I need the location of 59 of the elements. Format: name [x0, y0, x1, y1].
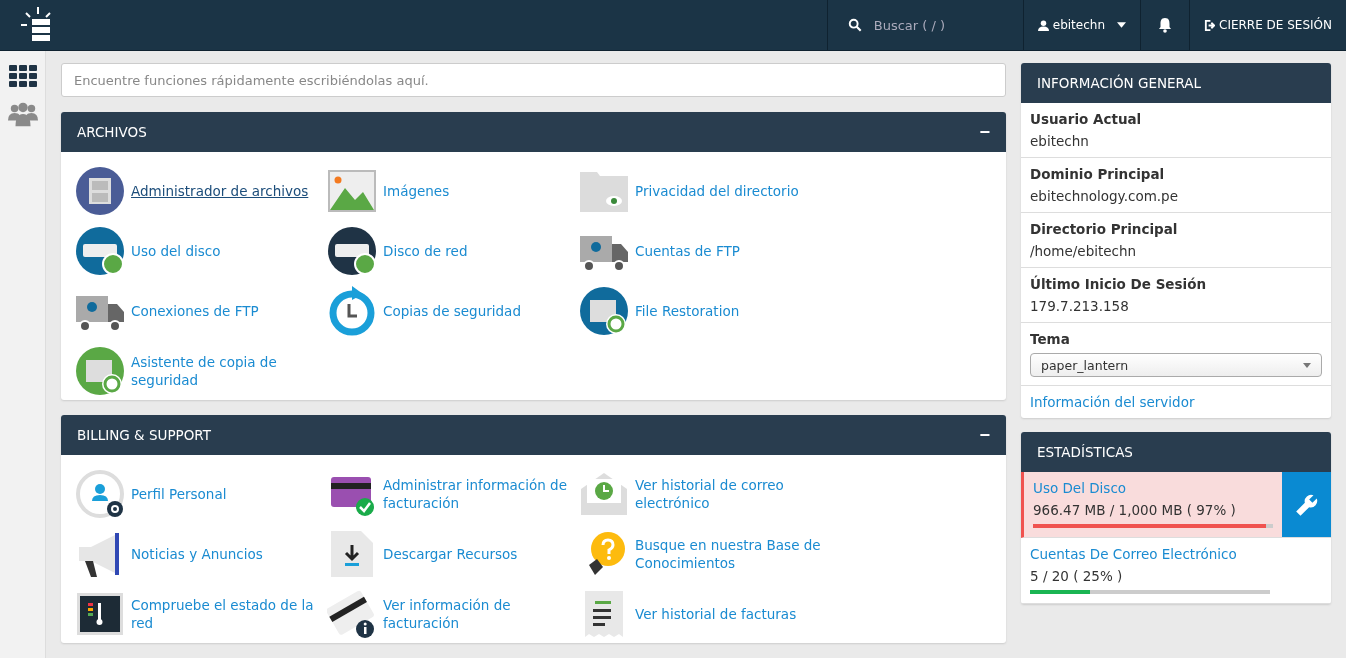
file-cabinet-icon[interactable]: [75, 166, 125, 216]
user-gear-icon[interactable]: [75, 469, 125, 519]
info-label: Usuario Actual: [1030, 111, 1143, 127]
credit-card-info-icon[interactable]: [327, 589, 377, 639]
stat-link[interactable]: Cuentas De Correo Electrónico: [1030, 546, 1322, 562]
collapse-button[interactable]: −: [979, 424, 990, 446]
search-field[interactable]: Buscar ( / ): [871, 16, 1006, 34]
tool-link[interactable]: Copias de seguridad: [383, 302, 573, 320]
clock-arrow-icon[interactable]: [327, 286, 377, 336]
section-title: BILLING & SUPPORT: [77, 427, 211, 443]
info-label: Tema: [1030, 331, 1071, 347]
panel-title: INFORMACIÓN GENERAL: [1037, 75, 1202, 91]
tool-link[interactable]: File Restoration: [635, 302, 825, 320]
logout-button[interactable]: CIERRE DE SESIÓN: [1189, 0, 1346, 50]
quick-search-field[interactable]: Encuentre funciones rápidamente escribiéndolas aquí.: [61, 63, 1006, 97]
info-value: /home/ebitechn: [1030, 243, 1138, 259]
stat-reading: 966.47 MB / 1,000 MB ( 97% ): [1033, 502, 1237, 518]
tool-link[interactable]: Asistente de copia de seguridad: [131, 353, 321, 389]
info-label: Último Inicio De Sesión: [1030, 276, 1208, 292]
tool-link[interactable]: Perfil Personal: [131, 485, 321, 503]
server-info-link[interactable]: Información del servidor: [1030, 394, 1195, 410]
info-label: Dominio Principal: [1030, 166, 1166, 182]
tool-link[interactable]: Administrar información de facturación: [383, 476, 573, 512]
search-icon: [847, 18, 862, 32]
tool-link[interactable]: Imágenes: [383, 182, 573, 200]
stat-link[interactable]: Uso Del Disco: [1033, 480, 1273, 496]
tool-link[interactable]: Noticias y Anuncios: [131, 545, 321, 563]
collapse-button[interactable]: −: [979, 121, 990, 143]
panel-title: ESTADÍSTICAS: [1037, 444, 1133, 460]
section-header[interactable]: BILLING & SUPPORT −: [61, 415, 1006, 455]
tool-link[interactable]: Cuentas de FTP: [635, 242, 825, 260]
tool-link[interactable]: Privacidad del directorio: [635, 182, 825, 200]
section-title: ARCHIVOS: [77, 124, 147, 140]
info-label: Directorio Principal: [1030, 221, 1179, 237]
theme-dropdown[interactable]: paper_lantern: [1030, 353, 1322, 377]
user-menu-button[interactable]: ebitechn: [1022, 0, 1140, 50]
caret-icon: [1303, 362, 1311, 368]
tool-link[interactable]: Compruebe el estado de la red: [131, 596, 321, 632]
stat-reading: 5 / 20 ( 25% ): [1030, 568, 1124, 584]
bell-icon: [1157, 17, 1173, 33]
tool-link[interactable]: Uso del disco: [131, 242, 321, 260]
info-value: ebitechn: [1030, 133, 1090, 149]
tool-link[interactable]: Ver historial de facturas: [635, 605, 825, 623]
grid-icon[interactable]: [8, 65, 37, 87]
tool-link[interactable]: Busque en nuestra Base de Conocimientos: [635, 536, 825, 572]
tool-link[interactable]: Administrador de archivos: [131, 182, 321, 200]
info-value: 179.7.213.158: [1030, 298, 1130, 314]
users-icon[interactable]: [7, 101, 38, 127]
tool-link[interactable]: Conexiones de FTP: [131, 302, 321, 320]
tool-link[interactable]: Disco de red: [383, 242, 573, 260]
tool-link[interactable]: Ver historial de correo electrónico: [635, 476, 825, 512]
section-header[interactable]: ARCHIVOS −: [61, 112, 1006, 152]
tool-link[interactable]: Descargar Recursos: [383, 545, 573, 563]
wrench-button[interactable]: [1282, 472, 1331, 537]
tool-link[interactable]: Ver información de facturación: [383, 596, 573, 632]
info-value: ebitechnology.com.pe: [1030, 188, 1179, 204]
logout-icon: [1204, 19, 1215, 31]
user-icon: [1037, 19, 1049, 31]
caret-icon: [1117, 22, 1126, 28]
